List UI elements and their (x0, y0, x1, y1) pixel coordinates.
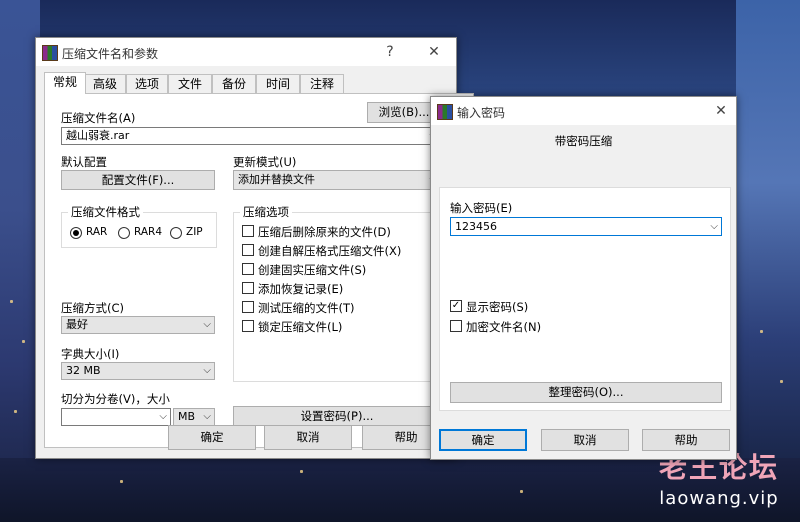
option-delete-label: 压缩后删除原来的文件(D) (258, 225, 391, 239)
options-group: 压缩选项 压缩后删除原来的文件(D) 创建自解压格式压缩文件(X) 创建固实压缩… (233, 204, 443, 382)
chevron-down-icon: ⌵ (203, 319, 211, 330)
password-value: 123456 (455, 220, 497, 233)
city-light (10, 300, 13, 303)
chevron-down-icon: ⌵ (710, 221, 718, 232)
dict-label: 字典大小(I) (61, 347, 120, 361)
format-rar4-radio[interactable] (118, 227, 130, 239)
tab-comment[interactable]: 注释 (300, 74, 344, 93)
password-help-button[interactable]: 帮助 (642, 429, 730, 451)
chevron-down-icon: ⌵ (203, 365, 211, 376)
desktop-wallpaper-left (0, 0, 40, 522)
method-value: 最好 (66, 318, 88, 331)
archive-dialog: 压缩文件名和参数 ? ✕ 常规 高级 选项 文件 备份 时间 注释 压缩文件名(… (35, 37, 474, 459)
option-delete-checkbox[interactable] (242, 225, 254, 237)
option-recovery-label: 添加恢复记录(E) (258, 282, 344, 296)
password-dialog: 输入密码 ✕ 带密码压缩 输入密码(E) 123456 ⌵ ✓ 显示密码(S) … (430, 96, 737, 460)
cancel-button[interactable]: 取消 (264, 425, 352, 450)
format-group-title: 压缩文件格式 (68, 204, 143, 220)
general-panel: 压缩文件名(A) 浏览(B)... 越山弱衰.rar ⌵ 默认配置 配置文件(F… (44, 93, 474, 448)
update-mode-value: 添加并替换文件 (238, 173, 315, 186)
winrar-icon (437, 104, 453, 120)
archive-name-input[interactable]: 越山弱衰.rar ⌵ (61, 127, 441, 145)
password-dialog-titlebar: 输入密码 ✕ (431, 97, 736, 125)
encrypt-names-checkbox[interactable] (450, 320, 462, 332)
option-solid-label: 创建固实压缩文件(S) (258, 263, 367, 277)
password-panel: 输入密码(E) 123456 ⌵ ✓ 显示密码(S) 加密文件名(N) 整理密码… (439, 187, 731, 411)
split-unit-value: MB (178, 410, 196, 423)
archive-name-label: 压缩文件名(A) (61, 111, 136, 125)
encrypt-names-label: 加密文件名(N) (466, 320, 542, 334)
set-password-button[interactable]: 设置密码(P)... (233, 406, 441, 426)
tab-options[interactable]: 选项 (126, 74, 168, 93)
tab-files[interactable]: 文件 (168, 74, 212, 93)
password-heading: 带密码压缩 (554, 134, 613, 148)
option-sfx-label: 创建自解压格式压缩文件(X) (258, 244, 402, 258)
archive-dialog-titlebar: 压缩文件名和参数 ? ✕ (36, 38, 456, 66)
option-lock-label: 锁定压缩文件(L) (258, 320, 343, 334)
default-profile-label: 默认配置 (61, 155, 107, 169)
profiles-button[interactable]: 配置文件(F)... (61, 170, 215, 190)
option-sfx-checkbox[interactable] (242, 244, 254, 256)
close-icon[interactable]: ✕ (422, 42, 446, 62)
option-lock-checkbox[interactable] (242, 320, 254, 332)
city-light (120, 480, 123, 483)
winrar-icon (42, 45, 58, 61)
ok-button[interactable]: 确定 (168, 425, 256, 450)
city-light (300, 470, 303, 473)
chevron-down-icon: ⌵ (203, 411, 211, 422)
format-rar-label: RAR (86, 226, 108, 238)
city-light (760, 330, 763, 333)
format-rar4-label: RAR4 (134, 226, 163, 238)
format-group: 压缩文件格式 RAR RAR4 ZIP (61, 204, 217, 248)
split-unit-select[interactable]: MB ⌵ (173, 408, 215, 426)
archive-dialog-title: 压缩文件名和参数 (62, 47, 159, 61)
option-recovery-checkbox[interactable] (242, 282, 254, 294)
password-dialog-title: 输入密码 (457, 106, 506, 120)
options-group-title: 压缩选项 (240, 204, 292, 220)
city-light (780, 380, 783, 383)
show-password-checkbox[interactable]: ✓ (450, 300, 462, 312)
option-test-checkbox[interactable] (242, 301, 254, 313)
split-size-input[interactable]: ⌵ (61, 408, 171, 426)
chevron-down-icon: ⌵ (159, 411, 167, 422)
option-test-label: 测试压缩的文件(T) (258, 301, 355, 315)
city-light (14, 410, 17, 413)
password-cancel-button[interactable]: 取消 (541, 429, 629, 451)
format-zip-radio[interactable] (170, 227, 182, 239)
password-ok-button[interactable]: 确定 (439, 429, 527, 451)
organize-passwords-button[interactable]: 整理密码(O)... (450, 382, 722, 403)
option-solid-checkbox[interactable] (242, 263, 254, 275)
help-icon[interactable]: ? (378, 42, 402, 62)
method-select[interactable]: 最好 ⌵ (61, 316, 215, 334)
update-mode-select[interactable]: 添加并替换文件 ⌵ (233, 170, 441, 190)
tab-advanced[interactable]: 高级 (84, 74, 126, 93)
watermark-url: laowang.vip (659, 488, 779, 509)
tab-time[interactable]: 时间 (256, 74, 300, 93)
dict-select[interactable]: 32 MB ⌵ (61, 362, 215, 380)
dict-value: 32 MB (66, 364, 101, 377)
desktop-wallpaper-right (736, 0, 800, 522)
city-light (520, 490, 523, 493)
archive-name-value: 越山弱衰.rar (66, 129, 130, 142)
update-mode-label: 更新模式(U) (233, 155, 297, 169)
tab-backup[interactable]: 备份 (212, 74, 256, 93)
enter-password-label: 输入密码(E) (450, 201, 513, 215)
tab-general[interactable]: 常规 (44, 72, 86, 94)
password-input[interactable]: 123456 ⌵ (450, 217, 722, 236)
method-label: 压缩方式(C) (61, 301, 125, 315)
split-label: 切分为分卷(V)，大小 (61, 392, 170, 406)
format-rar-radio[interactable] (70, 227, 82, 239)
city-light (22, 340, 25, 343)
show-password-label: 显示密码(S) (466, 300, 529, 314)
close-icon[interactable]: ✕ (709, 101, 733, 121)
format-zip-label: ZIP (186, 226, 203, 238)
